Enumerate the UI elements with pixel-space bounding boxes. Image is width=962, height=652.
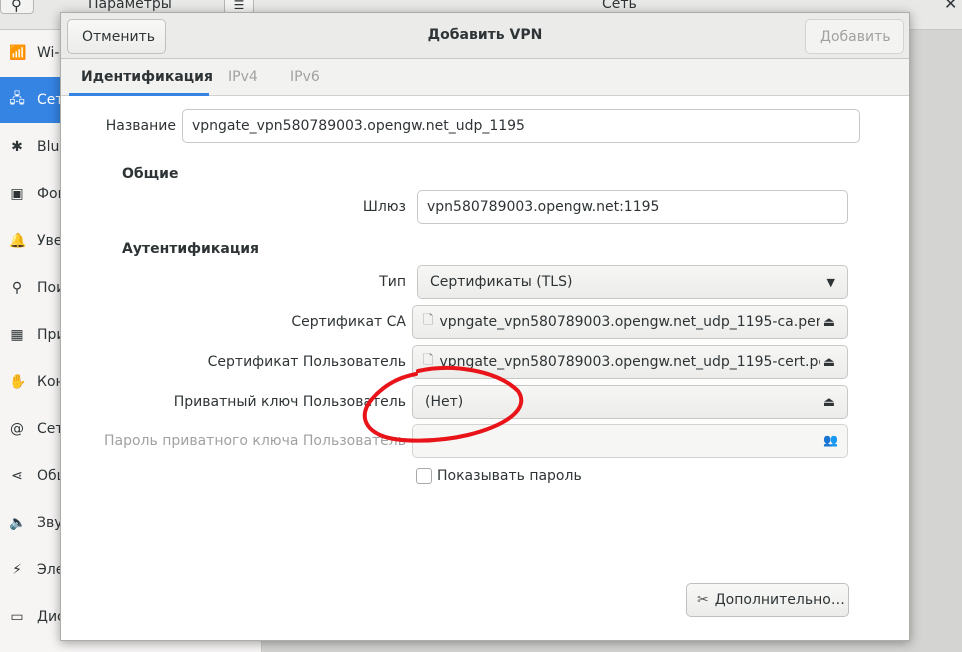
wifi-icon: 📶 — [9, 45, 27, 61]
tools-icon: ✂ — [697, 592, 709, 608]
show-password-checkbox[interactable] — [416, 468, 432, 484]
search-icon: ⚲ — [11, 0, 22, 14]
ca-cert-file-chooser[interactable]: 🗋 vpngate_vpn580789003.opengw.net_udp_11… — [412, 305, 848, 339]
tab-ipv4[interactable]: IPv4 — [228, 69, 258, 85]
ca-cert-label: Сертификат CA — [291, 314, 406, 330]
name-label: Название — [105, 118, 176, 134]
chevron-down-icon: ▼ — [826, 275, 835, 289]
sidebar-item-label: Уве — [37, 233, 63, 249]
show-password-label: Показывать пароль — [437, 468, 582, 484]
settings-title: Параметры — [88, 0, 172, 12]
tab-identity[interactable]: Идентификация — [81, 69, 213, 85]
private-key-label: Приватный ключ Пользователь — [173, 394, 406, 410]
general-section-header: Общие — [122, 166, 179, 182]
privacy-hand-icon: ✋ — [9, 374, 27, 390]
key-password-label: Пароль приватного ключа Пользователь — [103, 433, 406, 449]
applications-icon: ▦ — [10, 327, 24, 343]
network-icon: 🖧 — [9, 91, 25, 107]
display-icon: ▭ — [10, 609, 24, 625]
advanced-button[interactable]: ✂ Дополнительно… — [686, 583, 849, 617]
panel-title: Сеть — [602, 0, 637, 12]
folder-open-icon: ⏏ — [822, 394, 836, 410]
ca-cert-filename: vpngate_vpn580789003.opengw.net_udp_1195… — [439, 314, 820, 330]
folder-open-icon: ⏏ — [822, 354, 836, 370]
folder-open-icon: ⏏ — [822, 314, 836, 330]
file-icon: 🗋 — [423, 313, 434, 328]
background-icon: ▣ — [10, 186, 24, 202]
hamburger-menu-icon: ☰ — [233, 0, 245, 12]
dialog-title: Добавить VPN — [427, 27, 543, 43]
sidebar-item-label: Зву — [37, 515, 63, 531]
tab-bar: Идентификация IPv4 IPv6 — [61, 59, 909, 96]
power-icon: ⚡ — [12, 562, 22, 578]
name-input[interactable] — [182, 109, 860, 143]
gateway-label: Шлюз — [362, 199, 406, 215]
sharing-icon: ⋖ — [11, 468, 23, 484]
auth-section-header: Аутентификация — [122, 241, 259, 257]
close-icon[interactable]: ✕ — [944, 0, 957, 13]
search-icon: ⚲ — [11, 280, 23, 296]
sound-icon: 🔈 — [9, 515, 27, 531]
notifications-icon: 🔔 — [9, 233, 27, 249]
red-ellipse-annotation — [362, 365, 524, 443]
user-cert-label: Сертификат Пользователь — [207, 354, 406, 370]
tab-ipv6[interactable]: IPv6 — [290, 69, 320, 85]
users-icon[interactable]: 👥 — [823, 433, 838, 447]
type-label: Тип — [379, 274, 406, 290]
auth-type-dropdown[interactable]: Сертификаты (TLS) ▼ — [417, 265, 848, 299]
add-vpn-dialog: Отменить Добавить VPN Добавить Идентифик… — [60, 12, 910, 641]
sidebar-item-label: Wi- — [37, 45, 60, 61]
gateway-input[interactable] — [417, 190, 848, 224]
search-button[interactable]: ⚲ — [0, 0, 34, 14]
add-button[interactable]: Добавить — [805, 19, 904, 54]
online-accounts-icon: @ — [10, 421, 24, 437]
auth-type-value: Сертификаты (TLS) — [430, 274, 573, 290]
bluetooth-icon: ✱ — [11, 139, 23, 155]
show-password-row[interactable]: Показывать пароль — [416, 468, 582, 484]
dialog-header: Отменить Добавить VPN Добавить — [61, 13, 909, 59]
active-tab-indicator — [69, 93, 209, 96]
